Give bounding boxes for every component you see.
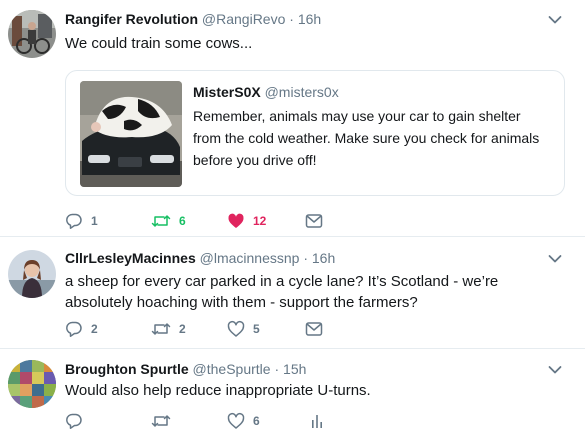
like-button[interactable]: 12 [227, 211, 266, 231]
retweet-icon [151, 215, 171, 227]
retweet-count: 2 [179, 322, 186, 336]
author-handle[interactable]: @theSpurtle [193, 361, 271, 377]
quoted-author-name[interactable]: MisterS0X [193, 84, 261, 100]
tweet-actions: 1 6 12 [65, 211, 565, 231]
timestamp[interactable]: 15h [283, 361, 306, 377]
direct-message-button[interactable] [305, 211, 323, 231]
direct-message-icon [305, 214, 323, 228]
avatar[interactable] [8, 10, 56, 58]
tweet[interactable]: CllrLesleyMacinnes @lmacinnessnp · 16h a… [0, 237, 585, 348]
reply-count: 2 [91, 322, 98, 336]
reply-icon [66, 321, 82, 337]
tweet-header: CllrLesleyMacinnes @lmacinnessnp · 16h [65, 249, 335, 267]
retweet-button[interactable]: 6 [151, 211, 186, 231]
quoted-tweet-text: Remember, animals may use your car to ga… [193, 108, 540, 168]
avatar[interactable] [8, 250, 56, 298]
analytics-icon [312, 415, 322, 428]
like-button[interactable]: 6 [227, 411, 260, 431]
retweet-icon [151, 323, 171, 335]
quoted-tweet[interactable]: MisterS0X @misters0x Remember, animals m… [65, 70, 565, 196]
like-icon [227, 321, 245, 337]
author-name[interactable]: Broughton Spurtle [65, 361, 189, 377]
chevron-down-icon[interactable] [548, 15, 562, 25]
separator-dot: · [303, 250, 308, 266]
direct-message-icon [305, 322, 323, 336]
separator-dot: · [274, 361, 280, 377]
like-icon [228, 213, 244, 228]
chevron-down-icon[interactable] [548, 365, 562, 375]
like-count: 12 [253, 214, 267, 228]
quoted-tweet-header: MisterS0X @misters0x [193, 83, 339, 101]
tweet[interactable]: Rangifer Revolution @RangiRevo · 16h We … [0, 0, 585, 236]
tweet[interactable]: Broughton Spurtle @theSpurtle · 15h Woul… [0, 349, 585, 440]
analytics-button[interactable] [309, 411, 325, 431]
quoted-author-handle[interactable]: @misters0x [265, 84, 339, 100]
like-button[interactable]: 5 [227, 319, 260, 339]
author-handle[interactable]: @RangiRevo [202, 11, 285, 27]
tweet-actions: 6 [65, 411, 565, 431]
tweet-text: a sheep for every car parked in a cycle … [65, 273, 499, 311]
retweet-button[interactable]: 2 [151, 319, 186, 339]
quoted-tweet-image[interactable] [80, 81, 182, 187]
timestamp[interactable]: 16h [312, 250, 335, 266]
retweet-icon [151, 415, 171, 427]
tweet-header: Rangifer Revolution @RangiRevo · 16h [65, 10, 321, 28]
reply-button[interactable] [65, 411, 91, 431]
like-count: 6 [253, 414, 260, 428]
retweet-count: 6 [179, 214, 186, 228]
avatar[interactable] [8, 360, 56, 408]
tweet-text: We could train some cows... [65, 35, 253, 52]
like-icon [227, 413, 245, 429]
reply-icon [66, 213, 82, 229]
separator-dot: · [289, 11, 294, 27]
author-name[interactable]: CllrLesleyMacinnes [65, 250, 196, 266]
author-handle[interactable]: @lmacinnessnp [200, 250, 300, 266]
like-count: 5 [253, 322, 260, 336]
retweet-button[interactable] [151, 411, 179, 431]
timestamp[interactable]: 16h [298, 11, 321, 27]
chevron-down-icon[interactable] [548, 254, 562, 264]
tweet-header: Broughton Spurtle @theSpurtle · 15h [65, 360, 306, 378]
reply-button[interactable]: 2 [65, 319, 98, 339]
reply-icon [66, 413, 82, 429]
reply-count: 1 [91, 214, 98, 228]
reply-button[interactable]: 1 [65, 211, 98, 231]
tweet-actions: 2 2 5 [65, 319, 565, 339]
tweet-text: Would also help reduce inappropriate U-t… [65, 382, 371, 399]
direct-message-button[interactable] [305, 319, 323, 339]
author-name[interactable]: Rangifer Revolution [65, 11, 198, 27]
